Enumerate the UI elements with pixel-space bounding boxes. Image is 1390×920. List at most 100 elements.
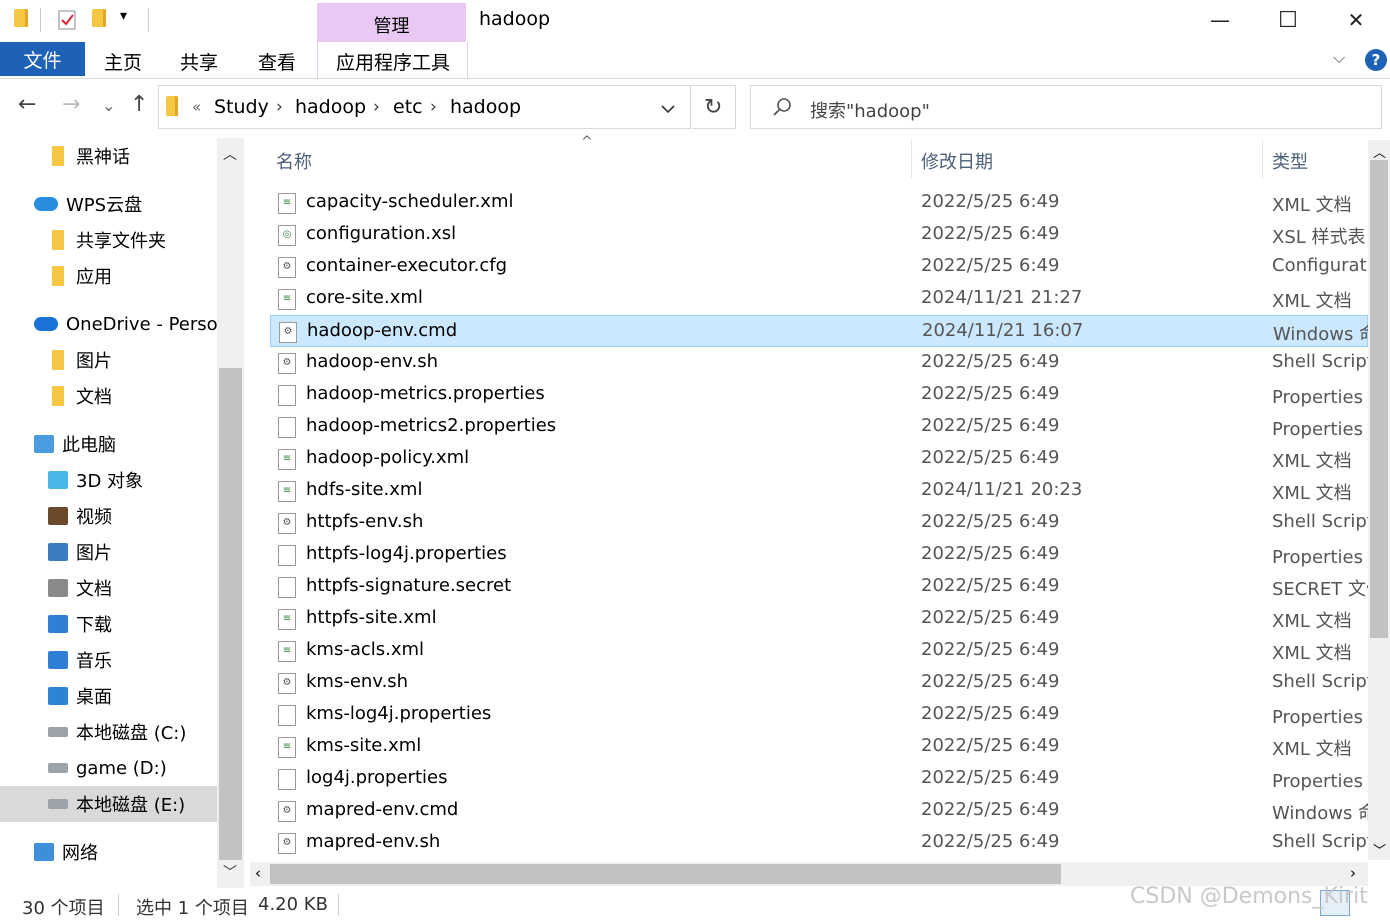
breadcrumb-study[interactable]: Study: [214, 96, 269, 118]
sidebar-item[interactable]: 3D 对象: [0, 462, 217, 498]
sidebar-item[interactable]: OneDrive - Persor: [0, 306, 217, 342]
file-name: httpfs-log4j.properties: [306, 543, 507, 564]
sidebar-item[interactable]: game (D:): [0, 750, 217, 786]
sidebar-item[interactable]: 音乐: [0, 642, 217, 678]
scroll-down-icon[interactable]: ﹀: [223, 862, 237, 882]
minimize-button[interactable]: —: [1186, 0, 1254, 40]
sidebar-item[interactable]: 图片: [0, 342, 217, 378]
scroll-up-icon[interactable]: ︿: [223, 144, 237, 164]
breadcrumb-separator[interactable]: ›: [373, 97, 380, 117]
tab-view[interactable]: 查看: [258, 48, 296, 75]
file-name: hadoop-metrics2.properties: [306, 415, 557, 436]
file-row[interactable]: httpfs-signature.secret 2022/5/25 6:49 SEC…: [270, 571, 1368, 603]
folder-icon: [52, 386, 64, 406]
sidebar-item[interactable]: 本地磁盘 (C:): [0, 714, 217, 750]
file-row[interactable]: ≡ hadoop-policy.xml 2022/5/25 6:49 XML 文档: [270, 443, 1368, 475]
breadcrumb-etc[interactable]: etc: [393, 96, 423, 118]
tab-home[interactable]: 主页: [104, 48, 142, 75]
file-name: kms-log4j.properties: [306, 703, 492, 724]
sidebar-item-label: 音乐: [76, 651, 112, 672]
divider: [40, 8, 41, 32]
file-name: hadoop-policy.xml: [306, 447, 470, 468]
3d-objects-icon: [48, 471, 68, 489]
new-folder-icon[interactable]: [92, 9, 110, 29]
file-row[interactable]: ≡ core-site.xml 2024/11/21 21:27 XML 文档: [270, 283, 1368, 315]
file-row[interactable]: hadoop-metrics.properties 2022/5/25 6:49 P…: [270, 379, 1368, 411]
sidebar-item[interactable]: 图片: [0, 534, 217, 570]
file-row[interactable]: ≡ kms-site.xml 2022/5/25 6:49 XML 文档: [270, 731, 1368, 763]
sidebar-item[interactable]: 网络: [0, 834, 217, 870]
breadcrumb-hadoop[interactable]: hadoop: [295, 96, 366, 118]
column-divider[interactable]: [911, 140, 912, 178]
sidebar-item-label: 图片: [76, 543, 112, 564]
sidebar-item[interactable]: 黑神话: [0, 138, 217, 174]
file-row[interactable]: ⚙ container-executor.cfg 2022/5/25 6:49 Con…: [270, 251, 1368, 283]
file-row[interactable]: ⚙ kms-env.sh 2022/5/25 6:49 Shell Script: [270, 667, 1368, 699]
vertical-scrollbar-thumb[interactable]: [1370, 160, 1388, 638]
file-row[interactable]: hadoop-metrics2.properties 2022/5/25 6:49…: [270, 411, 1368, 443]
file-row[interactable]: ≡ kms-acls.xml 2022/5/25 6:49 XML 文档: [270, 635, 1368, 667]
file-row[interactable]: ⚙ hadoop-env.cmd 2024/11/21 16:07 Windows 命: [270, 315, 1369, 347]
horizontal-scrollbar-thumb[interactable]: [270, 864, 1061, 884]
column-header-date[interactable]: 修改日期: [921, 148, 993, 174]
sidebar-item[interactable]: 应用: [0, 258, 217, 294]
breadcrumb-separator[interactable]: ›: [276, 97, 283, 117]
sidebar-item[interactable]: WPS云盘: [0, 186, 217, 222]
address-dropdown-icon[interactable]: [660, 99, 676, 118]
file-row[interactable]: kms-log4j.properties 2022/5/25 6:49 Proper…: [270, 699, 1368, 731]
properties-icon[interactable]: [58, 9, 76, 30]
tab-application-tools[interactable]: 应用程序工具: [336, 48, 450, 75]
help-button[interactable]: ?: [1365, 49, 1387, 71]
sidebar-item-label: 文档: [76, 387, 112, 408]
sidebar-item[interactable]: 共享文件夹: [0, 222, 217, 258]
script-file-icon: ⚙: [279, 322, 297, 343]
maximize-button[interactable]: ☐: [1254, 0, 1322, 40]
file-row[interactable]: ⚙ hadoop-env.sh 2022/5/25 6:49 Shell Script: [270, 347, 1368, 379]
up-button[interactable]: ↑: [130, 92, 148, 117]
customize-quick-access-icon[interactable]: ▾: [120, 8, 127, 24]
column-header-name[interactable]: 名称: [276, 148, 312, 174]
sidebar-item[interactable]: 本地磁盘 (E:): [0, 786, 217, 822]
column-header-type[interactable]: 类型: [1272, 148, 1308, 174]
expand-ribbon-icon[interactable]: ⌵: [1333, 48, 1345, 68]
column-divider[interactable]: [1262, 140, 1263, 178]
back-button[interactable]: ←: [18, 92, 36, 117]
scroll-up-icon[interactable]: ︿: [1373, 142, 1386, 161]
close-button[interactable]: ✕: [1322, 0, 1390, 40]
xml-file-icon: ≡: [278, 737, 296, 758]
folder-icon[interactable]: [14, 9, 32, 29]
sidebar-item-label: 网络: [62, 843, 98, 864]
sidebar-item[interactable]: 下载: [0, 606, 217, 642]
tab-file[interactable]: 文件: [0, 42, 85, 76]
breadcrumb-overflow[interactable]: «: [192, 98, 201, 116]
breadcrumb-hadoop-current[interactable]: hadoop: [450, 96, 521, 118]
search-input[interactable]: 搜索"hadoop": [810, 97, 930, 123]
forward-button[interactable]: →: [62, 92, 80, 117]
recent-locations-button[interactable]: ⌄: [102, 96, 115, 115]
sidebar-item[interactable]: 桌面: [0, 678, 217, 714]
file-row[interactable]: ⚙ mapred-env.sh 2022/5/25 6:49 Shell Script: [270, 827, 1368, 859]
sidebar-scrollbar-thumb[interactable]: [219, 368, 242, 860]
sidebar-item[interactable]: 文档: [0, 570, 217, 606]
sidebar-item[interactable]: 文档: [0, 378, 217, 414]
file-date: 2022/5/25 6:49: [921, 543, 1060, 564]
scroll-down-icon[interactable]: ﹀: [1373, 840, 1386, 859]
selection-count: 选中 1 个项目: [136, 898, 249, 919]
file-row[interactable]: ≡ capacity-scheduler.xml 2022/5/25 6:49 XML…: [270, 187, 1368, 219]
file-row[interactable]: log4j.properties 2022/5/25 6:49 Properties…: [270, 763, 1368, 795]
file-row[interactable]: httpfs-log4j.properties 2022/5/25 6:49 Pro…: [270, 539, 1368, 571]
scroll-right-icon[interactable]: ›: [1350, 864, 1356, 882]
sidebar-item[interactable]: 视频: [0, 498, 217, 534]
text-file-icon: [278, 385, 296, 406]
scroll-left-icon[interactable]: ‹: [255, 864, 261, 882]
sidebar-item[interactable]: 此电脑: [0, 426, 217, 462]
file-row[interactable]: ≡ hdfs-site.xml 2024/11/21 20:23 XML 文档: [270, 475, 1368, 507]
file-row[interactable]: ◎ configuration.xsl 2022/5/25 6:49 XSL 样式表: [270, 219, 1368, 251]
file-row[interactable]: ≡ httpfs-site.xml 2022/5/25 6:49 XML 文档: [270, 603, 1368, 635]
breadcrumb-separator[interactable]: ›: [430, 97, 437, 117]
tab-share[interactable]: 共享: [180, 48, 218, 75]
file-name: capacity-scheduler.xml: [306, 191, 514, 212]
file-row[interactable]: ⚙ mapred-env.cmd 2022/5/25 6:49 Windows 命: [270, 795, 1368, 827]
file-row[interactable]: ⚙ httpfs-env.sh 2022/5/25 6:49 Shell Script: [270, 507, 1368, 539]
sort-ascending-icon: ^: [581, 134, 593, 150]
